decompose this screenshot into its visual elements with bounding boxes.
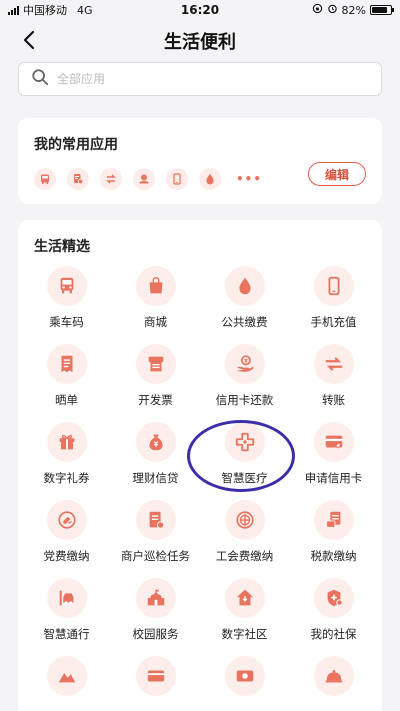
shield-plus-icon bbox=[313, 578, 354, 618]
grid-item-label: 公共缴费 bbox=[221, 315, 268, 329]
grid-item-label: 我的社保 bbox=[310, 627, 357, 641]
more-icon[interactable]: ••• bbox=[236, 172, 262, 186]
grid-item-digital-coupon[interactable]: 数字礼券 bbox=[22, 422, 111, 486]
grid-item-card-repay[interactable]: 信用卡还款 bbox=[200, 344, 289, 408]
grid-item-label: 商户巡检任务 bbox=[121, 549, 190, 563]
grid-item-label: 申请信用卡 bbox=[304, 471, 363, 485]
car-icon bbox=[46, 578, 87, 618]
chevron-left-icon[interactable] bbox=[18, 28, 42, 52]
battery-icon bbox=[370, 5, 394, 15]
drop-icon bbox=[224, 266, 265, 306]
status-time: 16:20 bbox=[180, 3, 220, 17]
search-input[interactable] bbox=[57, 72, 381, 86]
app-grid: 乘车码 商城 公共缴费 手机充值 晒单 开发票 信用卡还款 转账 数字礼券 理财… bbox=[18, 266, 382, 711]
grid-item-label: 信用卡还款 bbox=[215, 393, 274, 407]
grid-item-digital-community[interactable]: 数字社区 bbox=[200, 578, 289, 642]
nav-bar: 生活便利 bbox=[0, 20, 400, 62]
money-bag-icon bbox=[135, 422, 176, 462]
grid-item-party-fee[interactable]: 党费缴纳 bbox=[22, 500, 111, 564]
grid-item-label: 数字礼券 bbox=[43, 471, 90, 485]
favorites-title: 我的常用应用 bbox=[34, 137, 118, 153]
drop-icon[interactable] bbox=[199, 168, 221, 190]
mountain-icon bbox=[46, 656, 87, 696]
grid-item-apply-card[interactable]: 申请信用卡 bbox=[289, 422, 378, 486]
grid-item-label: 税款缴纳 bbox=[310, 549, 357, 563]
grid-item-label: 智慧医疗 bbox=[221, 471, 268, 485]
card-coin-icon bbox=[224, 656, 265, 696]
grid-item-label: 转账 bbox=[322, 393, 345, 407]
card-gear-icon bbox=[135, 656, 176, 696]
bus-icon[interactable] bbox=[34, 168, 56, 190]
grid-item-label: 数字社区 bbox=[221, 627, 268, 641]
search-bar[interactable] bbox=[18, 62, 382, 96]
grid-item-social-security[interactable]: 我的社保 bbox=[289, 578, 378, 642]
home-icon bbox=[224, 578, 265, 618]
school-icon bbox=[135, 578, 176, 618]
shopping-bag-icon bbox=[135, 266, 176, 306]
invoice-printer-icon bbox=[135, 344, 176, 384]
grid-item-transfer[interactable]: 转账 bbox=[289, 344, 378, 408]
union-icon bbox=[224, 500, 265, 540]
grid-item-label: 手机充值 bbox=[310, 315, 357, 329]
bus-icon bbox=[46, 266, 87, 306]
transfer-icon bbox=[313, 344, 354, 384]
party-fee-icon[interactable] bbox=[133, 168, 155, 190]
grid-item-wealth-loan[interactable]: 理财信贷 bbox=[111, 422, 200, 486]
tax-icon bbox=[313, 500, 354, 540]
grid-item-issue-invoice[interactable]: 开发票 bbox=[111, 344, 200, 408]
grid-item-label: 工会费缴纳 bbox=[215, 549, 274, 563]
transfer-icon[interactable] bbox=[100, 168, 122, 190]
favorites-card: 我的常用应用 ••• 编辑 bbox=[18, 118, 382, 204]
grid-item-merchant-inspection[interactable]: 商户巡检任务 bbox=[111, 500, 200, 564]
phone-icon[interactable] bbox=[166, 168, 188, 190]
hand-coin-icon bbox=[224, 344, 265, 384]
life-selection-card: 生活精选 乘车码 商城 公共缴费 手机充值 晒单 开发票 信用卡还款 转账 数字… bbox=[18, 220, 382, 711]
grid-item-share-order[interactable]: 晒单 bbox=[22, 344, 111, 408]
status-bar: 中国移动 4G 16:20 82% bbox=[0, 0, 400, 20]
grid-item-label: 晒单 bbox=[55, 393, 78, 407]
grid-item-bus-code[interactable]: 乘车码 bbox=[22, 266, 111, 330]
grid-item-phone-topup[interactable]: 手机充值 bbox=[289, 266, 378, 330]
invoice-icon[interactable] bbox=[67, 168, 89, 190]
grid-item-label: 党费缴纳 bbox=[43, 549, 90, 563]
grid-item-public-payment[interactable]: 公共缴费 bbox=[200, 266, 289, 330]
grid-item-label: 校园服务 bbox=[132, 627, 179, 641]
grid-item-campus-service[interactable]: 校园服务 bbox=[111, 578, 200, 642]
phone-icon bbox=[313, 266, 354, 306]
medical-cross-icon bbox=[224, 422, 265, 462]
life-selection-title: 生活精选 bbox=[34, 239, 90, 255]
party-icon bbox=[46, 500, 87, 540]
grid-item-label: 智慧通行 bbox=[43, 627, 90, 641]
grid-item-partial-3[interactable] bbox=[200, 656, 289, 711]
grid-item-partial-2[interactable] bbox=[111, 656, 200, 711]
grid-item-union-fee[interactable]: 工会费缴纳 bbox=[200, 500, 289, 564]
grid-item-smart-traffic[interactable]: 智慧通行 bbox=[22, 578, 111, 642]
grid-item-label: 商城 bbox=[144, 315, 167, 329]
grid-item-mall[interactable]: 商城 bbox=[111, 266, 200, 330]
grid-item-partial-1[interactable] bbox=[22, 656, 111, 711]
grid-item-label: 开发票 bbox=[138, 393, 173, 407]
grid-item-label: 乘车码 bbox=[49, 315, 84, 329]
search-icon bbox=[31, 68, 49, 90]
edit-button[interactable]: 编辑 bbox=[308, 162, 366, 186]
gift-icon bbox=[46, 422, 87, 462]
grid-item-partial-4[interactable] bbox=[289, 656, 378, 711]
receipt-icon bbox=[46, 344, 87, 384]
cloche-icon bbox=[313, 656, 354, 696]
document-icon bbox=[135, 500, 176, 540]
card-icon bbox=[313, 422, 354, 462]
grid-item-smart-medical[interactable]: 智慧医疗 bbox=[200, 422, 289, 486]
grid-item-tax-payment[interactable]: 税款缴纳 bbox=[289, 500, 378, 564]
page-title: 生活便利 bbox=[164, 32, 236, 53]
grid-item-label: 理财信贷 bbox=[132, 471, 179, 485]
